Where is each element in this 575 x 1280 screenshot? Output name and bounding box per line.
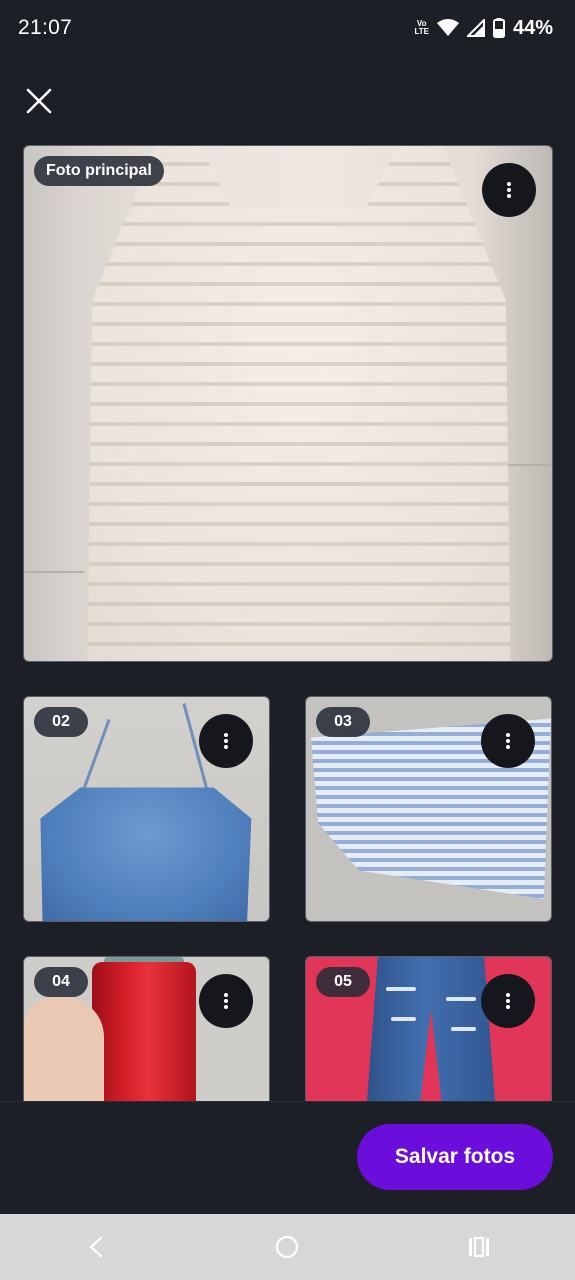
photo-menu-button[interactable] bbox=[199, 974, 253, 1028]
red-bottle-image bbox=[92, 962, 196, 1105]
battery-percent: 44% bbox=[512, 16, 553, 39]
volte-bottom: LTE bbox=[414, 27, 429, 36]
jeans-rip bbox=[386, 987, 416, 991]
more-vert-icon bbox=[224, 993, 228, 1009]
floor-tile-line bbox=[24, 571, 84, 573]
photo-number-tag: 05 bbox=[316, 967, 370, 997]
jeans-rip bbox=[451, 1027, 476, 1031]
tank-top-stripes bbox=[87, 146, 511, 661]
main-photo-menu-button[interactable] bbox=[482, 163, 536, 217]
denim-top-image bbox=[40, 787, 252, 921]
photo-menu-button[interactable] bbox=[481, 974, 535, 1028]
more-vert-icon bbox=[506, 733, 510, 749]
home-button[interactable] bbox=[257, 1222, 317, 1272]
recents-button[interactable] bbox=[449, 1222, 509, 1272]
photo-number-tag: 04 bbox=[34, 967, 88, 997]
photo-menu-button[interactable] bbox=[199, 714, 253, 768]
photo-menu-button[interactable] bbox=[481, 714, 535, 768]
signal-icon bbox=[466, 19, 485, 37]
jeans-image bbox=[366, 957, 496, 1105]
status-time: 21:07 bbox=[18, 16, 73, 39]
jeans-rip bbox=[446, 997, 476, 1001]
volte-indicator: Vo LTE bbox=[414, 20, 429, 36]
recents-icon bbox=[469, 1236, 490, 1258]
photo-number-tag: 03 bbox=[316, 707, 370, 737]
home-icon bbox=[276, 1235, 299, 1259]
hand-image bbox=[24, 997, 104, 1105]
back-icon bbox=[89, 1236, 103, 1258]
photo-item[interactable]: 03 bbox=[305, 696, 552, 922]
photo-item[interactable]: 02 bbox=[23, 696, 270, 922]
more-vert-icon bbox=[224, 733, 228, 749]
navigation-bar bbox=[0, 1214, 575, 1280]
main-photo[interactable]: Foto principal bbox=[23, 145, 553, 662]
save-photos-button[interactable]: Salvar fotos bbox=[357, 1124, 553, 1190]
close-button[interactable] bbox=[22, 84, 56, 118]
status-icons: Vo LTE 44% bbox=[414, 17, 553, 40]
floor-tile-line bbox=[504, 464, 552, 466]
more-vert-icon bbox=[506, 993, 510, 1009]
photo-item[interactable]: 04 bbox=[23, 956, 270, 1106]
photo-item[interactable]: 05 bbox=[305, 956, 552, 1106]
photo-number-tag: 02 bbox=[34, 707, 88, 737]
back-button[interactable] bbox=[66, 1222, 126, 1272]
close-icon bbox=[26, 88, 52, 114]
more-vert-icon bbox=[507, 182, 511, 198]
status-bar: 21:07 Vo LTE 44% bbox=[0, 0, 575, 56]
wifi-icon bbox=[436, 19, 459, 36]
battery-icon bbox=[492, 18, 505, 38]
jeans-rip bbox=[391, 1017, 416, 1021]
main-photo-tag: Foto principal bbox=[34, 156, 164, 186]
